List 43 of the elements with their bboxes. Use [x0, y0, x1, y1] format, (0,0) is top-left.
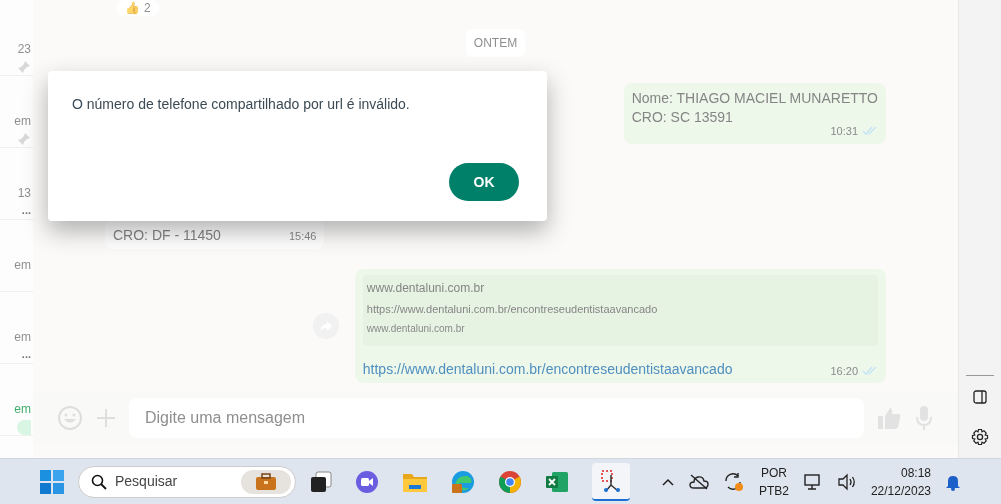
video-chat-icon[interactable] — [355, 469, 379, 494]
message-text: CRO: DF - 11450 — [113, 225, 221, 245]
message-text: Nome: THIAGO MACIEL MUNARETTO — [631, 89, 878, 108]
side-panel-icon[interactable] — [973, 390, 987, 404]
briefcase-icon — [241, 469, 291, 494]
spreadsheet-icon[interactable] — [545, 469, 569, 494]
keyboard-layout[interactable]: PTB2 — [758, 481, 789, 500]
chevron-up-icon[interactable] — [660, 476, 675, 487]
browser-icon[interactable] — [451, 469, 475, 494]
chat-time: 13 — [17, 186, 31, 200]
speaker-icon[interactable] — [836, 472, 857, 491]
link-preview-title: www.dentaluni.com.br — [366, 279, 486, 297]
link-preview-url: https://www.dentaluni.com.br/encontreseudentistaavancado — [366, 301, 659, 317]
chat-time: em — [14, 402, 31, 416]
network-icon[interactable] — [802, 471, 823, 492]
chat-time: em — [14, 258, 31, 272]
chat-time: 23 — [17, 42, 31, 56]
chat-time: em — [14, 114, 31, 128]
message-text: CRO: SC 13591 — [631, 108, 734, 127]
message-time: 10:31 — [830, 124, 858, 139]
dialog-message: O número de telefone compartilhado por url é inválido. — [72, 95, 411, 114]
message-time: 15:46 — [288, 229, 317, 244]
taskbar-search-field[interactable]: Pesquisar — [78, 465, 296, 498]
chat-preview: ... — [21, 348, 31, 360]
message-input[interactable]: Digite uma mensagem — [129, 398, 864, 438]
date-label: ONTEM — [465, 29, 526, 57]
settings-icon[interactable] — [971, 428, 989, 446]
snipping-tool-icon[interactable] — [592, 462, 630, 501]
search-placeholder: Pesquisar — [115, 472, 179, 491]
sync-icon[interactable] — [722, 471, 745, 492]
ok-button[interactable]: OK — [449, 163, 519, 201]
input-language[interactable]: POR — [760, 463, 787, 482]
chat-preview: ... — [21, 204, 31, 216]
cloud-off-icon[interactable] — [688, 473, 709, 490]
task-view-icon[interactable] — [310, 470, 332, 493]
search-icon — [91, 473, 107, 490]
link-preview-domain: www.dentaluni.com.br — [366, 322, 466, 336]
chrome-icon[interactable] — [498, 469, 522, 494]
clock-time[interactable]: 08:18 — [900, 463, 931, 482]
chat-time: em — [14, 330, 31, 344]
windows-start-icon[interactable] — [40, 469, 64, 494]
clock-date[interactable]: 22/12/2023 — [870, 481, 931, 500]
message-time: 16:20 — [830, 363, 858, 379]
